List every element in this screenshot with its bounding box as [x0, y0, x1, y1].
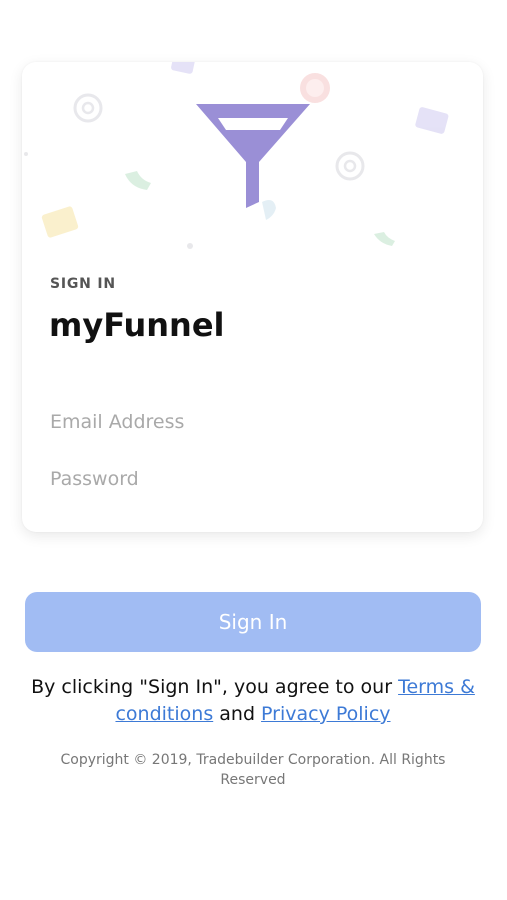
header-illustration: [24, 62, 449, 249]
at-sign-doodle-icon: [73, 93, 103, 123]
signin-page: SIGN IN myFunnel Sign In By clicking "Si…: [0, 0, 507, 900]
app-title: myFunnel: [49, 306, 225, 344]
pin-doodle-icon: [262, 200, 276, 220]
signin-eyebrow: SIGN IN: [50, 276, 116, 292]
signin-card: SIGN IN myFunnel: [22, 62, 483, 532]
decorative-doodles: [24, 62, 449, 249]
phone-doodle-icon: [125, 171, 151, 190]
sign-in-button[interactable]: Sign In: [25, 592, 481, 652]
legal-agreement: By clicking "Sign In", you agree to our …: [25, 674, 481, 728]
copyright-text: Copyright © 2019, Tradebuilder Corporati…: [60, 752, 446, 788]
password-field[interactable]: [50, 462, 455, 496]
legal-middle: and: [213, 703, 262, 725]
at-sign-doodle-icon-2: [335, 151, 365, 181]
funnel-icon: [196, 104, 310, 208]
envelope-doodle-icon: [171, 62, 195, 74]
phone-doodle-icon-2: [374, 232, 395, 246]
legal-prefix: By clicking "Sign In", you agree to our: [31, 676, 399, 698]
envelope-doodle-icon-2: [415, 107, 449, 134]
privacy-policy-link[interactable]: Privacy Policy: [261, 703, 390, 725]
email-field[interactable]: [50, 405, 455, 439]
note-doodle-icon: [41, 206, 79, 238]
